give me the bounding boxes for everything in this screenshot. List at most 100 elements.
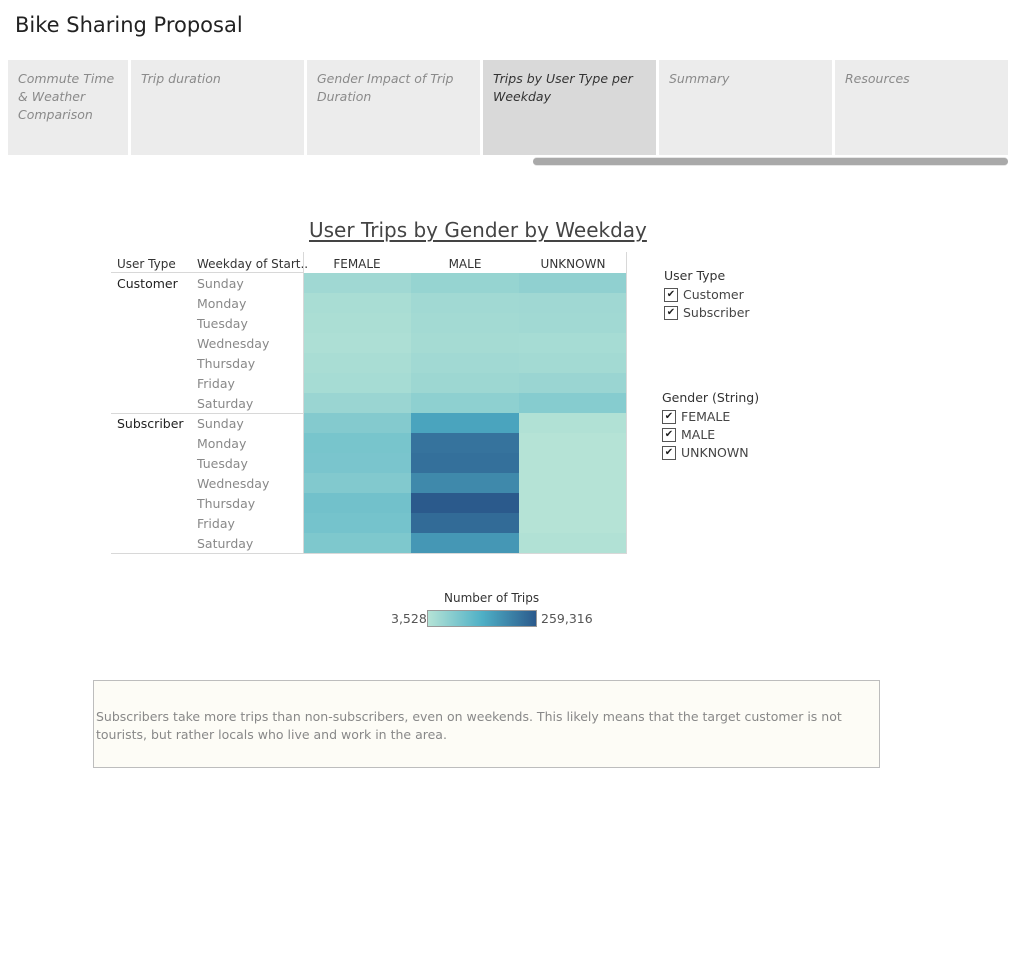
filter-option-label: Subscriber [683,305,750,320]
weekday-label: Saturday [197,536,254,551]
story-tabs: Commute Time & Weather Comparison Trip d… [8,60,1008,155]
tab-commute-time[interactable]: Commute Time & Weather Comparison [8,60,128,155]
heatmap-cell [519,313,627,333]
heatmap-cell [411,393,519,413]
heatmap-cell [519,513,627,533]
tab-trip-duration[interactable]: Trip duration [131,60,304,155]
heatmap-cell [303,333,411,353]
annotation-note: Subscribers take more trips than non-sub… [93,680,880,768]
weekday-label: Friday [197,376,235,391]
chart-title: User Trips by Gender by Weekday [309,218,647,242]
group-label-customer: Customer [117,276,178,291]
checkbox-icon[interactable]: ✔ [662,409,676,424]
tab-resources[interactable]: Resources [835,60,1008,155]
weekday-label: Friday [197,516,235,531]
row-header-weekday: Weekday of Start.. [197,257,309,271]
checkbox-icon[interactable]: ✔ [662,445,676,460]
grid-border-left [303,252,304,553]
header-divider [111,272,303,273]
heatmap-cell [411,493,519,513]
heatmap-cell [519,353,627,373]
heatmap-cell [303,533,411,553]
weekday-label: Monday [197,296,247,311]
heatmap-cell [303,453,411,473]
weekday-label: Monday [197,436,247,451]
tab-gender-impact[interactable]: Gender Impact of Trip Duration [307,60,480,155]
filter-option-unknown[interactable]: ✔ UNKNOWN [662,444,749,462]
tab-label: Gender Impact of Trip Duration [317,71,454,104]
heatmap-cell [411,293,519,313]
heatmap-cell [519,533,627,553]
heatmap-cell [411,333,519,353]
weekday-label: Sunday [197,416,244,431]
tab-label: Resources [845,71,910,86]
tab-trips-by-user-type[interactable]: Trips by User Type per Weekday [483,60,656,155]
tab-label: Summary [669,71,730,86]
weekday-label: Tuesday [197,316,248,331]
heatmap-cell [411,473,519,493]
checkbox-icon[interactable]: ✔ [662,427,676,442]
filter-option-subscriber[interactable]: ✔ Subscriber [664,304,750,322]
checkbox-icon[interactable]: ✔ [664,287,678,302]
heatmap-cell [411,413,519,433]
heatmap-cell [303,393,411,413]
tab-label: Commute Time & Weather Comparison [18,71,115,122]
heatmap-cell [411,453,519,473]
weekday-label: Sunday [197,276,244,291]
filter-option-label: Customer [683,287,744,302]
heatmap-cell [519,393,627,413]
filter-option-female[interactable]: ✔ FEMALE [662,408,730,426]
weekday-label: Wednesday [197,476,270,491]
filter-option-customer[interactable]: ✔ Customer [664,286,744,304]
grid-border-right [626,252,627,553]
heatmap-cell [411,433,519,453]
heatmap-cell [519,433,627,453]
story-title: Bike Sharing Proposal [15,13,243,37]
weekday-label: Tuesday [197,456,248,471]
heatmap-cell [303,413,411,433]
weekday-label: Thursday [197,496,256,511]
heatmap-cell [411,273,519,293]
column-header-female: FEMALE [333,257,381,271]
heatmap-cell [303,473,411,493]
legend-title: Number of Trips [444,591,540,605]
row-header-user-type: User Type [117,257,176,271]
filter-option-male[interactable]: ✔ MALE [662,426,715,444]
tab-label: Trip duration [141,71,221,86]
filter-option-label: FEMALE [681,409,731,424]
heatmap-cell [303,353,411,373]
filter-option-label: MALE [681,427,716,442]
legend-min-label: 3,528 [391,611,427,626]
tab-label: Trips by User Type per Weekday [493,71,633,104]
weekday-label: Wednesday [197,336,270,351]
tabs-scrollbar[interactable] [533,157,1008,166]
note-text: Subscribers take more trips than non-sub… [96,709,842,742]
group-label-subscriber: Subscriber [117,416,184,431]
column-header-male: MALE [448,257,482,271]
filter-title: Gender (String) [662,390,760,405]
filter-option-label: UNKNOWN [681,445,749,460]
heatmap-cell [519,473,627,493]
heatmap-cell [303,293,411,313]
heatmap-cell [303,513,411,533]
heatmap-cell [519,333,627,353]
filter-title: User Type [664,268,726,283]
heatmap-cell [303,493,411,513]
weekday-label: Thursday [197,356,256,371]
weekday-label: Saturday [197,396,254,411]
heatmap-cell [519,413,627,433]
group-divider [111,553,627,554]
heatmap-cell [519,453,627,473]
heatmap-cell [303,313,411,333]
heatmap-cell [519,373,627,393]
column-header-unknown: UNKNOWN [540,257,606,271]
heatmap-cell [411,373,519,393]
heatmap-cell [411,353,519,373]
tab-summary[interactable]: Summary [659,60,832,155]
legend-color-ramp [427,610,537,627]
heatmap-cell [411,533,519,553]
tabs-scrollbar-thumb[interactable] [533,158,1008,165]
heatmap-cell [519,293,627,313]
checkbox-icon[interactable]: ✔ [664,305,678,320]
heatmap-cell [519,273,627,293]
